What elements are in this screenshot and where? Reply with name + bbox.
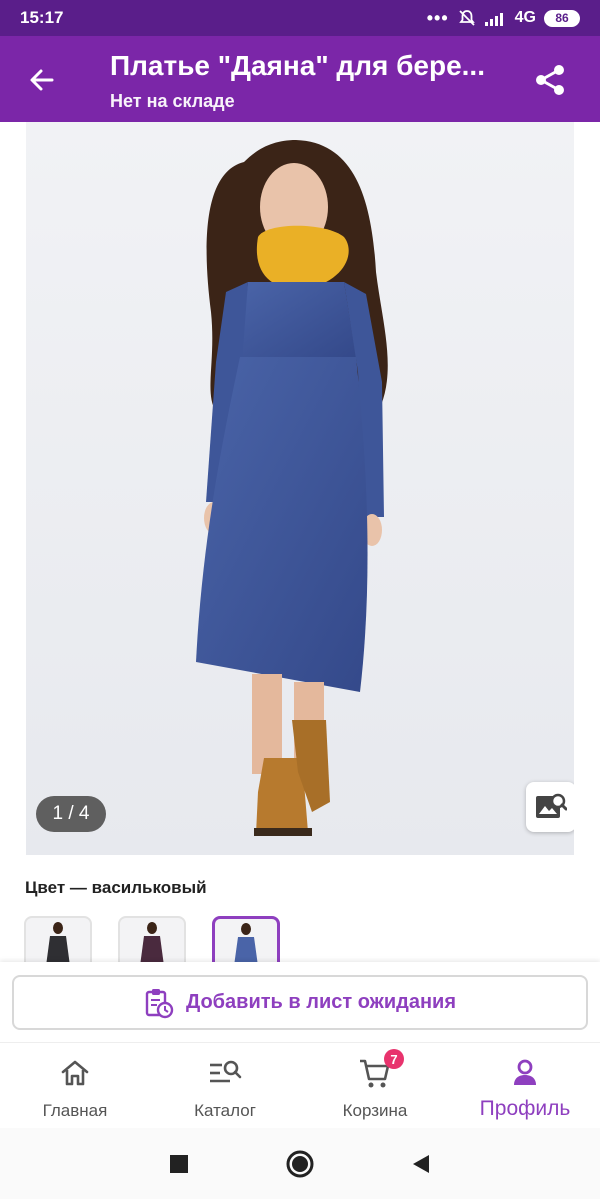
status-icons: ••• 4G 86: [427, 8, 580, 28]
color-option-black[interactable]: [24, 916, 92, 966]
nav-label: Профиль: [479, 1097, 571, 1120]
image-search-button[interactable]: [526, 782, 574, 832]
more-notifications-icon: •••: [426, 8, 449, 28]
cart-badge: 7: [384, 1049, 404, 1069]
waitlist-bar: Добавить в лист ожидания: [0, 962, 600, 1042]
arrow-back-icon: [30, 69, 54, 91]
color-option-cornflower[interactable]: [212, 916, 280, 966]
home-icon: [59, 1055, 91, 1091]
battery-level: 86: [555, 11, 569, 25]
nav-cart[interactable]: 7 Корзина: [300, 1043, 450, 1128]
catalog-search-icon: [208, 1055, 242, 1091]
cart-icon: 7: [358, 1049, 404, 1091]
battery-icon: 86: [544, 9, 580, 27]
color-option-plum[interactable]: [118, 916, 186, 966]
thumbnail-image: [234, 923, 258, 966]
app-bar: Платье "Даяна" для бере... Нет на складе: [0, 36, 600, 122]
product-title: Платье "Даяна" для бере...: [110, 50, 485, 81]
thumbnail-image: [140, 922, 164, 966]
thumbnail-image: [46, 922, 70, 966]
back-triangle-icon[interactable]: [410, 1153, 432, 1175]
image-search-icon: [536, 793, 567, 818]
product-photo[interactable]: 1 / 4: [26, 122, 574, 855]
nav-catalog[interactable]: Каталог: [150, 1043, 300, 1128]
stock-status: Нет на складе: [110, 91, 235, 111]
model-in-dress-image: [26, 122, 574, 855]
bottom-navigation: Главная Каталог 7 Корзина Профиль: [0, 1042, 600, 1128]
profile-icon: [509, 1055, 541, 1091]
nav-label: Главная: [42, 1101, 108, 1120]
clipboard-clock-icon: [145, 988, 174, 1018]
share-icon: [536, 65, 564, 95]
network-type: 4G: [514, 9, 536, 26]
back-button[interactable]: [22, 60, 62, 100]
notifications-off-icon: [458, 10, 475, 26]
nav-home[interactable]: Главная: [0, 1043, 150, 1128]
status-time: 15:17: [20, 8, 64, 27]
add-to-waitlist-button[interactable]: Добавить в лист ожидания: [12, 975, 588, 1030]
waitlist-label: Добавить в лист ожидания: [185, 991, 457, 1013]
nav-label: Каталог: [194, 1101, 256, 1120]
home-button-icon[interactable]: [285, 1149, 315, 1179]
image-counter: 1 / 4: [36, 796, 106, 832]
system-navigation: [0, 1128, 600, 1199]
nav-label: Корзина: [342, 1101, 408, 1120]
recents-icon[interactable]: [168, 1153, 190, 1175]
signal-icon: [484, 13, 503, 26]
status-bar: 15:17 ••• 4G 86: [0, 0, 600, 36]
color-thumbnails: [24, 916, 280, 966]
nav-profile[interactable]: Профиль: [450, 1043, 600, 1128]
color-label: Цвет — васильковый: [25, 878, 207, 897]
share-button[interactable]: [530, 60, 570, 100]
